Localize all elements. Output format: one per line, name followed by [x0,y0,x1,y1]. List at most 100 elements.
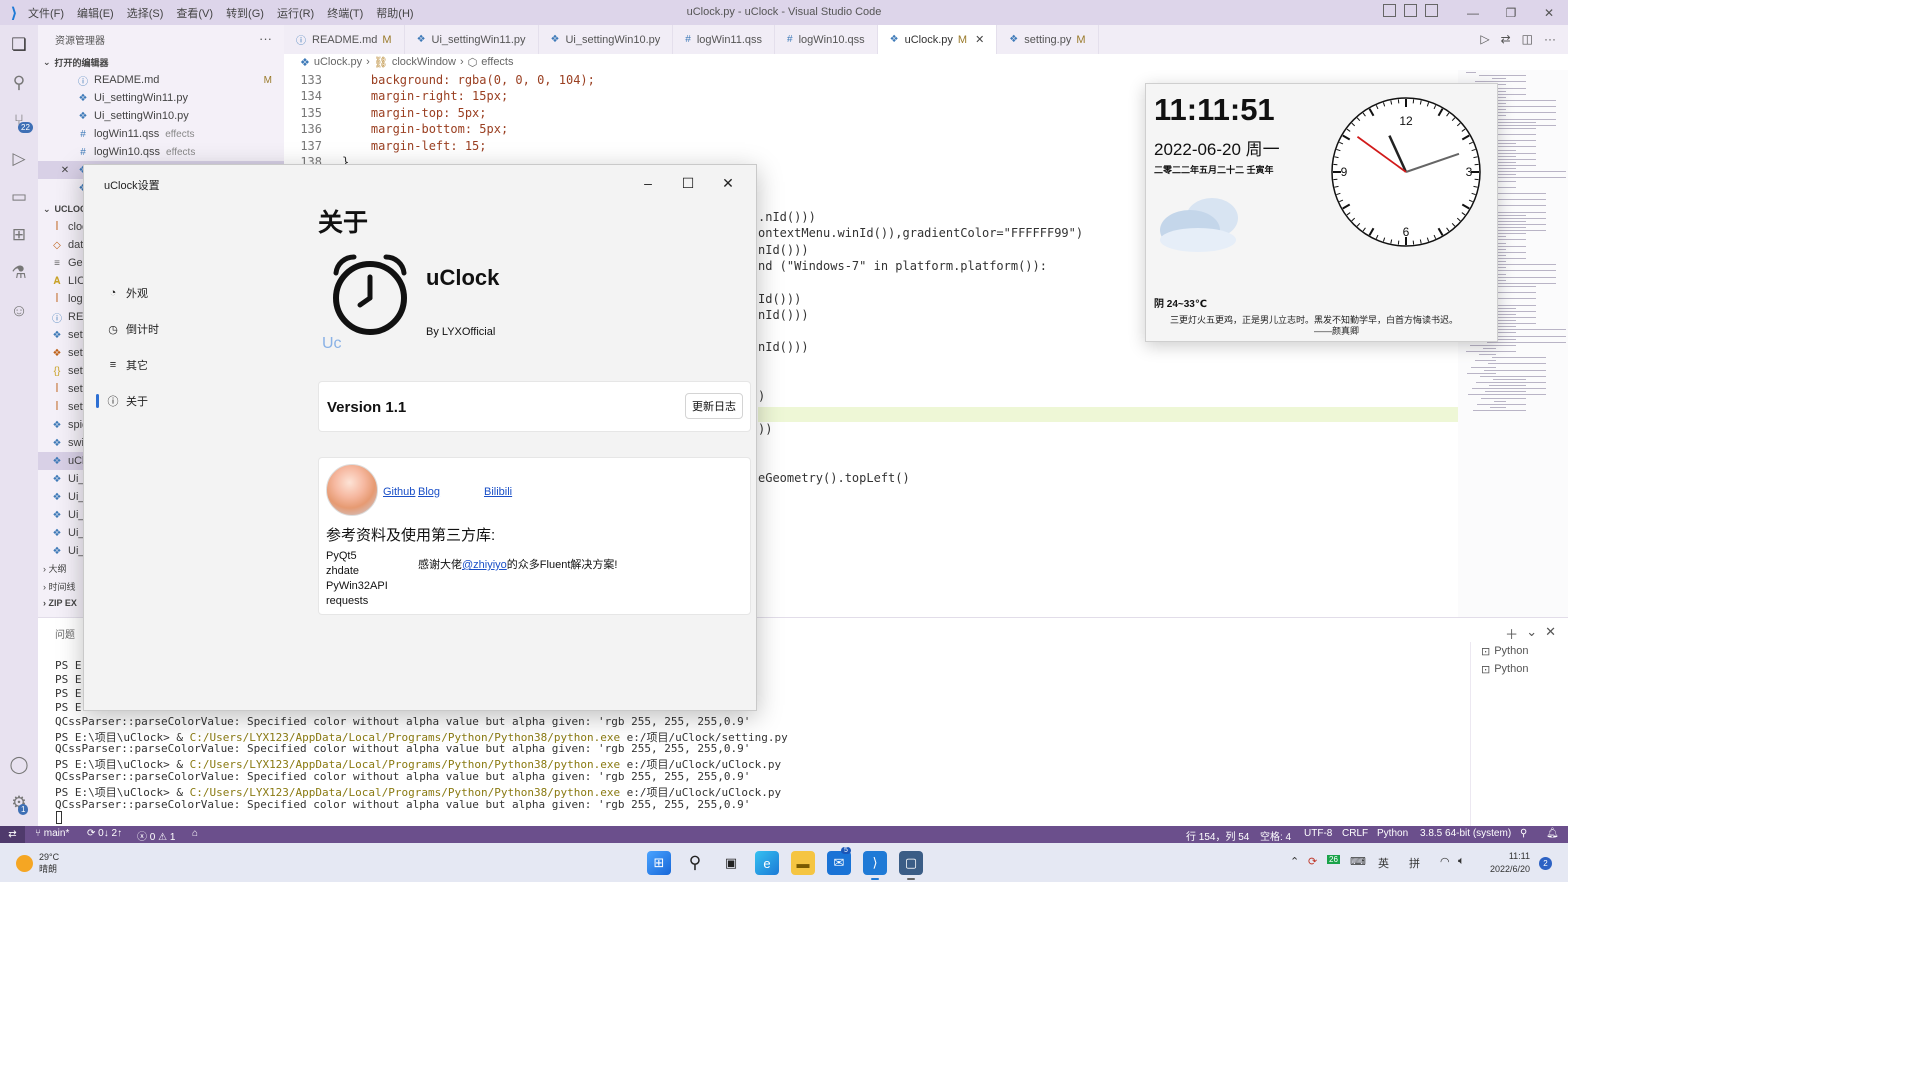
dialog-close-button[interactable]: ✕ [708,171,748,195]
compare-icon[interactable]: ⇄ [1501,32,1511,46]
eol-status[interactable]: CRLF [1342,828,1368,839]
menu-item[interactable]: 文件(F) [28,8,64,20]
close-window-button[interactable]: ✕ [1530,0,1568,25]
close-panel-icon[interactable]: ✕ [1545,624,1556,643]
github-link[interactable]: Github [383,486,415,498]
run-debug-icon[interactable]: ▷ [0,141,38,177]
accounts-icon[interactable]: ◯ [0,747,38,783]
menu-item[interactable]: 编辑(E) [77,8,114,20]
extensions-icon[interactable]: ⊞ [0,217,38,253]
open-editors-section[interactable]: ⌄ 打开的编辑器 [38,53,284,71]
tray-app-badge[interactable]: 26 [1327,855,1340,864]
sync-tray-icon[interactable]: ⟳ [1308,855,1317,868]
remote-indicator-icon[interactable]: ⇄ [0,826,25,843]
nav-item[interactable]: ◷ 倒计时 [96,316,276,342]
open-file-item[interactable]: ❖ Ui_settingWin10.py [38,107,284,125]
start-button-icon[interactable]: ⊞ [647,851,671,875]
editor-tab[interactable]: ❖ setting.py M [997,25,1099,54]
live-share-icon[interactable]: ⚲ [1520,828,1527,839]
nav-item[interactable]: ◔ 外观 [96,280,276,306]
copilot-icon[interactable]: ☺ [0,293,38,329]
open-file-item[interactable]: ❖ Ui_settingWin11.py [38,89,284,107]
editor-tab[interactable]: ⓘ README.md M [284,25,405,54]
volume-icon[interactable]: 🔈︎ [1458,855,1465,868]
keyboard-icon[interactable]: ⌨ [1350,855,1366,868]
editor-tab[interactable]: # logWin11.qss [673,25,776,54]
menu-item[interactable]: 运行(R) [277,8,314,20]
editor-tab[interactable]: ❖ uClock.py M ✕ [877,25,998,54]
outline-section[interactable]: › 大纲 [38,562,67,575]
bilibili-link[interactable]: Bilibili [484,486,512,498]
wifi-icon[interactable]: ◠ [1440,855,1450,868]
more-actions-icon[interactable]: ··· [1544,32,1556,46]
zip-explorer-section[interactable]: › ZIP EX [38,598,77,608]
toggle-panel-icon[interactable] [1404,4,1417,17]
blog-link[interactable]: Blog [418,486,440,498]
terminal-instance[interactable]: ⊡ Python [1471,660,1568,678]
problems-status[interactable]: ⓧ 0 ⚠ 1 [137,828,175,843]
close-icon[interactable]: ✕ [58,165,72,176]
menu-item[interactable]: 查看(V) [176,8,213,20]
close-tab-icon[interactable]: ✕ [975,33,984,46]
more-actions-icon[interactable]: ··· [259,31,272,46]
python-interpreter[interactable]: 3.8.5 64-bit (system) [1420,828,1511,839]
menu-item[interactable]: 转到(G) [226,8,264,20]
editor-tab[interactable]: ❖ Ui_settingWin10.py [539,25,674,54]
taskbar-clock[interactable]: 11:11 2022/6/20 [1490,850,1530,876]
toggle-secondary-sidebar-icon[interactable] [1425,4,1438,17]
explorer-icon[interactable]: ❏ [0,27,38,63]
open-file-item[interactable]: # logWin10.qss effects [38,143,284,161]
changelog-button[interactable]: 更新日志 [685,393,743,419]
vscode-taskbar-icon[interactable]: ⟩ [863,851,887,880]
file-explorer-icon[interactable]: ▬ [791,851,815,875]
taskbar-search-icon[interactable]: ⚲ [683,851,707,875]
home-icon[interactable]: ⌂ [192,828,198,839]
open-file-item[interactable]: # logWin11.qss effects [38,125,284,143]
language-mode[interactable]: Python [1377,828,1408,839]
task-view-icon[interactable]: ▣ [719,851,743,875]
show-hidden-icons-icon[interactable]: ⌃ [1290,855,1299,868]
breadcrumb-file[interactable]: uClock.py [314,56,362,68]
remote-explorer-icon[interactable]: ▭ [0,179,38,215]
uclock-widget[interactable]: 11:11:51 2022-06-20 周一 二零二二年五月二十二 壬寅年 阴 … [1145,83,1498,342]
weather-widget[interactable]: 29°C 晴朗 [16,851,59,875]
zhiyiyo-link[interactable]: @zhiyiyo [462,559,507,571]
editor-tab[interactable]: ❖ Ui_settingWin11.py [405,25,539,54]
notifications-bell-icon[interactable]: 🔔︎ [1546,828,1559,839]
python-app-icon[interactable]: ▢ [899,851,923,880]
cursor-position[interactable]: 行 154，列 54 [1186,828,1249,843]
menu-item[interactable]: 帮助(H) [376,8,413,20]
dialog-maximize-button[interactable]: ☐ [668,171,708,195]
chevron-down-icon[interactable]: ⌄ [1526,624,1537,643]
settings-gear-icon[interactable]: ⚙ 1 [0,785,38,821]
breadcrumb-class[interactable]: clockWindow [392,56,456,68]
panel-tab-problems[interactable]: 问题 [55,626,75,641]
encoding-status[interactable]: UTF-8 [1304,828,1332,839]
ime-language[interactable]: 英 [1378,855,1389,871]
timeline-section[interactable]: › 时间线 [38,580,76,593]
indentation-status[interactable]: 空格: 4 [1260,828,1291,843]
breadcrumb-symbol[interactable]: effects [481,56,513,68]
maximize-button[interactable]: ❐ [1492,0,1530,25]
minimize-button[interactable]: — [1454,0,1492,25]
menu-item[interactable]: 选择(S) [127,8,164,20]
nav-item[interactable]: ≡ 其它 [96,352,276,378]
open-file-item[interactable]: ⓘ README.md M [38,71,284,89]
split-editor-icon[interactable]: ◫ [1522,32,1533,46]
nav-item[interactable]: ⓘ 关于 [96,388,276,414]
search-icon[interactable]: ⚲ [0,65,38,101]
dialog-minimize-button[interactable]: – [628,171,668,195]
edge-browser-icon[interactable]: e [755,851,779,875]
testing-icon[interactable]: ⚗ [0,255,38,291]
toggle-sidebar-icon[interactable] [1383,4,1396,17]
new-terminal-icon[interactable]: ＋ [1505,624,1518,643]
editor-tab[interactable]: # logWin10.qss [775,25,878,54]
menu-item[interactable]: 终端(T) [327,8,363,20]
notification-count[interactable]: 2 [1539,857,1552,870]
run-icon[interactable]: ▷ [1480,32,1489,46]
terminal-instance[interactable]: ⊡ Python [1471,642,1568,660]
mail-app-icon[interactable]: ✉ 5 [827,847,851,875]
ime-mode[interactable]: 拼 [1409,855,1420,871]
source-control-icon[interactable]: ⑂ 22 [0,103,38,139]
branch-status[interactable]: ⑂ main* [35,828,69,839]
